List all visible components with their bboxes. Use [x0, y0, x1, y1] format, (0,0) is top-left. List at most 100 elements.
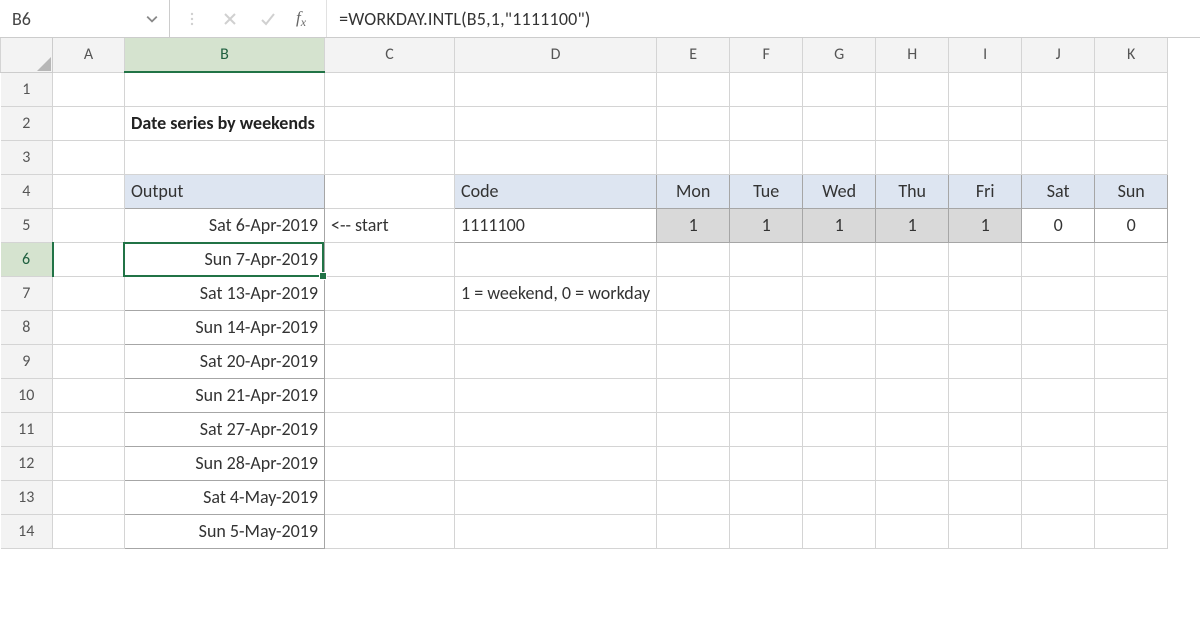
- cell[interactable]: [53, 174, 125, 208]
- cell[interactable]: [325, 480, 455, 514]
- output-cell[interactable]: Sat 6-Apr-2019: [125, 208, 325, 242]
- cell[interactable]: [949, 446, 1022, 480]
- cell[interactable]: [455, 72, 657, 106]
- output-cell[interactable]: Sat 4-May-2019: [125, 480, 325, 514]
- col-header-I[interactable]: I: [949, 38, 1022, 72]
- day-header[interactable]: Mon: [657, 174, 730, 208]
- cell[interactable]: [325, 276, 455, 310]
- cell[interactable]: [876, 106, 949, 140]
- cell[interactable]: [949, 242, 1022, 276]
- enter-check-icon[interactable]: [256, 7, 280, 31]
- row-header-1[interactable]: 1: [1, 72, 53, 106]
- cell[interactable]: [1095, 72, 1168, 106]
- cell[interactable]: [657, 480, 730, 514]
- cell[interactable]: [803, 514, 876, 548]
- insert-function-icon[interactable]: fx: [294, 8, 310, 30]
- output-cell[interactable]: Sat 13-Apr-2019: [125, 276, 325, 310]
- row-header-12[interactable]: 12: [1, 446, 53, 480]
- day-header[interactable]: Fri: [949, 174, 1022, 208]
- output-cell[interactable]: Sat 20-Apr-2019: [125, 344, 325, 378]
- cell[interactable]: [876, 344, 949, 378]
- cell[interactable]: [657, 412, 730, 446]
- day-header[interactable]: Tue: [730, 174, 803, 208]
- cell[interactable]: [1022, 106, 1095, 140]
- cell[interactable]: [1095, 378, 1168, 412]
- cell[interactable]: [657, 276, 730, 310]
- col-header-A[interactable]: A: [53, 38, 125, 72]
- cell[interactable]: [657, 72, 730, 106]
- row-header-11[interactable]: 11: [1, 412, 53, 446]
- cell[interactable]: [53, 242, 125, 276]
- cell[interactable]: [730, 446, 803, 480]
- cell[interactable]: [803, 242, 876, 276]
- day-header[interactable]: Sat: [1022, 174, 1095, 208]
- cell[interactable]: [53, 106, 125, 140]
- cell-note[interactable]: <-- start: [325, 208, 455, 242]
- cell[interactable]: [949, 72, 1022, 106]
- cell[interactable]: [53, 378, 125, 412]
- cell[interactable]: [455, 242, 657, 276]
- output-cell[interactable]: Sun 14-Apr-2019: [125, 310, 325, 344]
- cell[interactable]: [1095, 310, 1168, 344]
- col-header-D[interactable]: D: [455, 38, 657, 72]
- cell[interactable]: [1095, 412, 1168, 446]
- cell[interactable]: [949, 276, 1022, 310]
- cell[interactable]: [949, 412, 1022, 446]
- cell[interactable]: [657, 310, 730, 344]
- row-header-9[interactable]: 9: [1, 344, 53, 378]
- cell[interactable]: [657, 446, 730, 480]
- day-value[interactable]: 1: [876, 208, 949, 242]
- cell[interactable]: [730, 72, 803, 106]
- row-header-7[interactable]: 7: [1, 276, 53, 310]
- name-box-dropdown-icon[interactable]: [143, 12, 161, 26]
- cell[interactable]: [730, 276, 803, 310]
- cell[interactable]: [325, 514, 455, 548]
- col-header-E[interactable]: E: [657, 38, 730, 72]
- row-header-13[interactable]: 13: [1, 480, 53, 514]
- output-cell[interactable]: Sun 5-May-2019: [125, 514, 325, 548]
- cell[interactable]: [949, 106, 1022, 140]
- output-cell[interactable]: Sun 21-Apr-2019: [125, 378, 325, 412]
- cell[interactable]: [1095, 480, 1168, 514]
- cell[interactable]: [125, 140, 325, 174]
- cell[interactable]: [803, 276, 876, 310]
- formula-bar-input[interactable]: =WORKDAY.INTL(B5,1,"1111100"): [327, 0, 1200, 37]
- cell[interactable]: [325, 412, 455, 446]
- day-value[interactable]: 0: [1022, 208, 1095, 242]
- cell[interactable]: [53, 208, 125, 242]
- cell[interactable]: [949, 344, 1022, 378]
- cell[interactable]: [1022, 378, 1095, 412]
- cell[interactable]: [325, 174, 455, 208]
- cell[interactable]: [1022, 140, 1095, 174]
- cell-title[interactable]: Date series by weekends: [125, 106, 325, 140]
- row-header-10[interactable]: 10: [1, 378, 53, 412]
- cell[interactable]: [803, 446, 876, 480]
- row-header-4[interactable]: 4: [1, 174, 53, 208]
- cell[interactable]: [876, 514, 949, 548]
- output-cell[interactable]: Sat 27-Apr-2019: [125, 412, 325, 446]
- col-header-C[interactable]: C: [325, 38, 455, 72]
- cell[interactable]: [53, 480, 125, 514]
- cell[interactable]: [325, 446, 455, 480]
- cell[interactable]: [730, 514, 803, 548]
- cell[interactable]: [1095, 106, 1168, 140]
- cell[interactable]: [1095, 140, 1168, 174]
- col-header-J[interactable]: J: [1022, 38, 1095, 72]
- row-header-8[interactable]: 8: [1, 310, 53, 344]
- cell[interactable]: [657, 106, 730, 140]
- row-header-6[interactable]: 6: [1, 242, 53, 276]
- day-value[interactable]: 0: [1095, 208, 1168, 242]
- cell[interactable]: [657, 514, 730, 548]
- row-header-5[interactable]: 5: [1, 208, 53, 242]
- cell[interactable]: [876, 72, 949, 106]
- cell[interactable]: [803, 344, 876, 378]
- cancel-icon[interactable]: [218, 7, 242, 31]
- cell[interactable]: [1095, 276, 1168, 310]
- cell[interactable]: [1022, 412, 1095, 446]
- cell[interactable]: [455, 446, 657, 480]
- cell[interactable]: [1022, 242, 1095, 276]
- row-header-3[interactable]: 3: [1, 140, 53, 174]
- day-value[interactable]: 1: [949, 208, 1022, 242]
- cell[interactable]: [53, 276, 125, 310]
- cell[interactable]: [657, 140, 730, 174]
